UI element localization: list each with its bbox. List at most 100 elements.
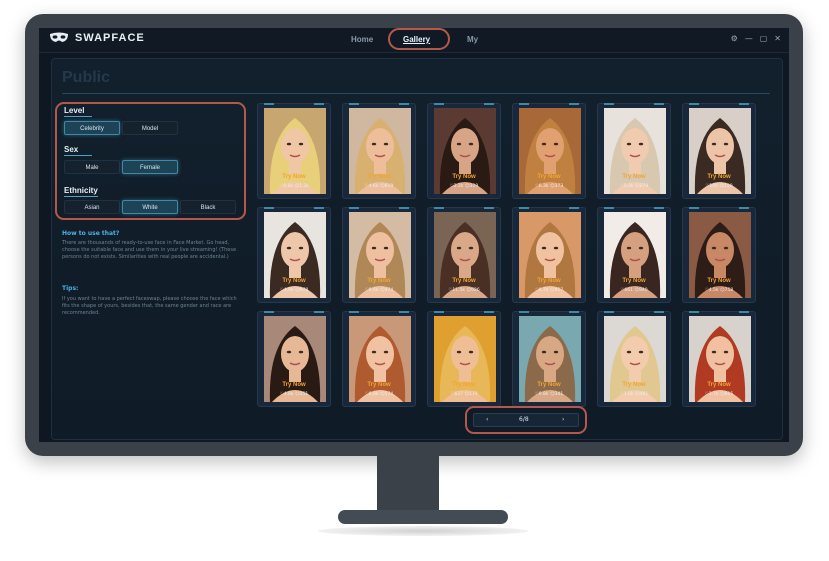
pagination: ‹ 6/8 › xyxy=(473,413,579,427)
face-photo xyxy=(434,316,496,402)
minimize-icon[interactable]: — xyxy=(745,34,753,43)
face-card[interactable]: Try Now ♡3.7k ☺815 xyxy=(682,311,756,407)
nav-home[interactable]: Home xyxy=(351,35,373,44)
sex-male-button[interactable]: Male xyxy=(64,160,120,174)
card-corner-accent xyxy=(569,103,579,105)
face-photo xyxy=(519,212,581,298)
try-now-button[interactable]: Try Now xyxy=(683,278,755,284)
face-card[interactable]: Try Now ♡8.0k ☺1.3k xyxy=(257,103,331,199)
face-card[interactable]: Try Now ♡4.8k ☺351 xyxy=(257,311,331,407)
monitor-base xyxy=(338,510,508,524)
card-corner-accent xyxy=(739,311,749,313)
try-now-button[interactable]: Try Now xyxy=(428,174,500,180)
card-corner-accent xyxy=(349,311,359,313)
try-now-button[interactable]: Try Now xyxy=(343,382,415,388)
level-model-button[interactable]: Model xyxy=(122,121,178,135)
ethnicity-white-button[interactable]: White xyxy=(122,200,178,214)
try-now-button[interactable]: Try Now xyxy=(343,174,415,180)
card-corner-accent xyxy=(519,311,529,313)
face-photo xyxy=(519,316,581,402)
face-photo xyxy=(264,316,326,402)
card-corner-accent xyxy=(604,207,614,209)
card-corner-accent xyxy=(569,207,579,209)
card-corner-accent xyxy=(314,103,324,105)
try-now-button[interactable]: Try Now xyxy=(598,278,670,284)
settings-icon[interactable]: ⚙ xyxy=(731,34,738,43)
gallery-highlight xyxy=(388,28,450,50)
try-now-button[interactable]: Try Now xyxy=(513,278,585,284)
card-corner-accent xyxy=(654,207,664,209)
card-stats: ♡6.7k ☺457 xyxy=(534,288,564,293)
face-photo xyxy=(434,108,496,194)
card-corner-accent xyxy=(689,207,699,209)
try-now-button[interactable]: Try Now xyxy=(258,278,330,284)
app-name: SWAPFACE xyxy=(75,32,145,44)
try-now-button[interactable]: Try Now xyxy=(258,382,330,388)
card-corner-accent xyxy=(604,103,614,105)
ethnicity-black-button[interactable]: Black xyxy=(180,200,236,214)
face-card[interactable]: Try Now ♡9.6k ☺474 xyxy=(342,207,416,303)
card-corner-accent xyxy=(399,103,409,105)
sex-female-button[interactable]: Female xyxy=(122,160,178,174)
face-card[interactable]: Try Now ♡6.3k ☺373 xyxy=(512,103,586,199)
close-icon[interactable]: ✕ xyxy=(774,34,781,43)
try-now-button[interactable]: Try Now xyxy=(258,174,330,180)
level-celebrity-button[interactable]: Celebrity xyxy=(64,121,120,135)
try-now-button[interactable]: Try Now xyxy=(683,174,755,180)
card-corner-accent xyxy=(689,103,699,105)
face-card[interactable]: Try Now ♡105 ☺150 xyxy=(682,103,756,199)
card-stats: ♡11.5k ☺626 xyxy=(448,288,480,293)
prev-page-icon[interactable]: ‹ xyxy=(486,416,488,423)
face-photo xyxy=(264,212,326,298)
face-card[interactable]: Try Now ♡4.9k ☺978 xyxy=(257,207,331,303)
try-now-button[interactable]: Try Now xyxy=(428,382,500,388)
app-window: SWAPFACE Home Gallery My ⚙ — ▢ ✕ Public … xyxy=(39,28,789,442)
face-card[interactable]: Try Now ♡6.7k ☺457 xyxy=(512,207,586,303)
try-now-button[interactable]: Try Now xyxy=(598,174,670,180)
face-card[interactable]: Try Now ♡8.8k ☺574 xyxy=(342,311,416,407)
ethnicity-label: Ethnicity xyxy=(64,186,98,195)
card-corner-accent xyxy=(434,103,444,105)
card-stats: ♡8.8k ☺574 xyxy=(364,392,394,397)
face-card[interactable]: Try Now ♡1.0k ☺481 xyxy=(597,311,671,407)
next-page-icon[interactable]: › xyxy=(562,416,564,423)
how-to-text: There are thousands of ready-to-use face… xyxy=(62,240,237,260)
nav-my[interactable]: My xyxy=(467,35,478,44)
face-photo xyxy=(264,108,326,194)
card-corner-accent xyxy=(314,207,324,209)
try-now-button[interactable]: Try Now xyxy=(683,382,755,388)
try-now-button[interactable]: Try Now xyxy=(598,382,670,388)
ethnicity-asian-button[interactable]: Asian xyxy=(64,200,120,214)
card-corner-accent xyxy=(689,311,699,313)
level-label-underline xyxy=(64,116,92,117)
sex-label: Sex xyxy=(64,145,79,154)
face-card[interactable]: Try Now ♡4.5k ☺758 xyxy=(682,207,756,303)
tips-text: If you want to have a perfect faceswap, … xyxy=(62,296,237,316)
gallery-panel: Public Level Celebrity Model Sex Male Fe… xyxy=(51,58,783,440)
try-now-button[interactable]: Try Now xyxy=(513,174,585,180)
face-card[interactable]: Try Now ♡11.5k ☺626 xyxy=(427,207,501,303)
face-photo xyxy=(689,108,751,194)
face-card[interactable]: Try Now ♡2.2k ☺329 xyxy=(427,103,501,199)
face-card[interactable]: Try Now ♡5.0k ☺279 xyxy=(597,103,671,199)
card-stats: ♡6.3k ☺373 xyxy=(534,184,564,189)
face-card[interactable]: Try Now ♡661 ☺840 xyxy=(597,207,671,303)
try-now-button[interactable]: Try Now xyxy=(428,278,500,284)
card-stats: ♡3.7k ☺815 xyxy=(704,392,734,397)
face-photo xyxy=(689,316,751,402)
how-to-title: How to use that? xyxy=(62,230,120,237)
card-corner-accent xyxy=(739,103,749,105)
card-stats: ♡105 ☺150 xyxy=(705,184,733,189)
try-now-button[interactable]: Try Now xyxy=(513,382,585,388)
card-corner-accent xyxy=(654,311,664,313)
face-card[interactable]: Try Now ♡4.6k ☺819 xyxy=(342,103,416,199)
card-stats: ♡8.0k ☺1.3k xyxy=(279,184,309,189)
app-logo: SWAPFACE xyxy=(49,32,145,44)
maximize-icon[interactable]: ▢ xyxy=(760,34,768,43)
try-now-button[interactable]: Try Now xyxy=(343,278,415,284)
card-corner-accent xyxy=(519,207,529,209)
card-corner-accent xyxy=(484,207,494,209)
mask-icon xyxy=(50,32,68,42)
face-card[interactable]: Try Now ♡9.8k ☺341 xyxy=(512,311,586,407)
face-card[interactable]: Try Now ♡627 ☺179 xyxy=(427,311,501,407)
